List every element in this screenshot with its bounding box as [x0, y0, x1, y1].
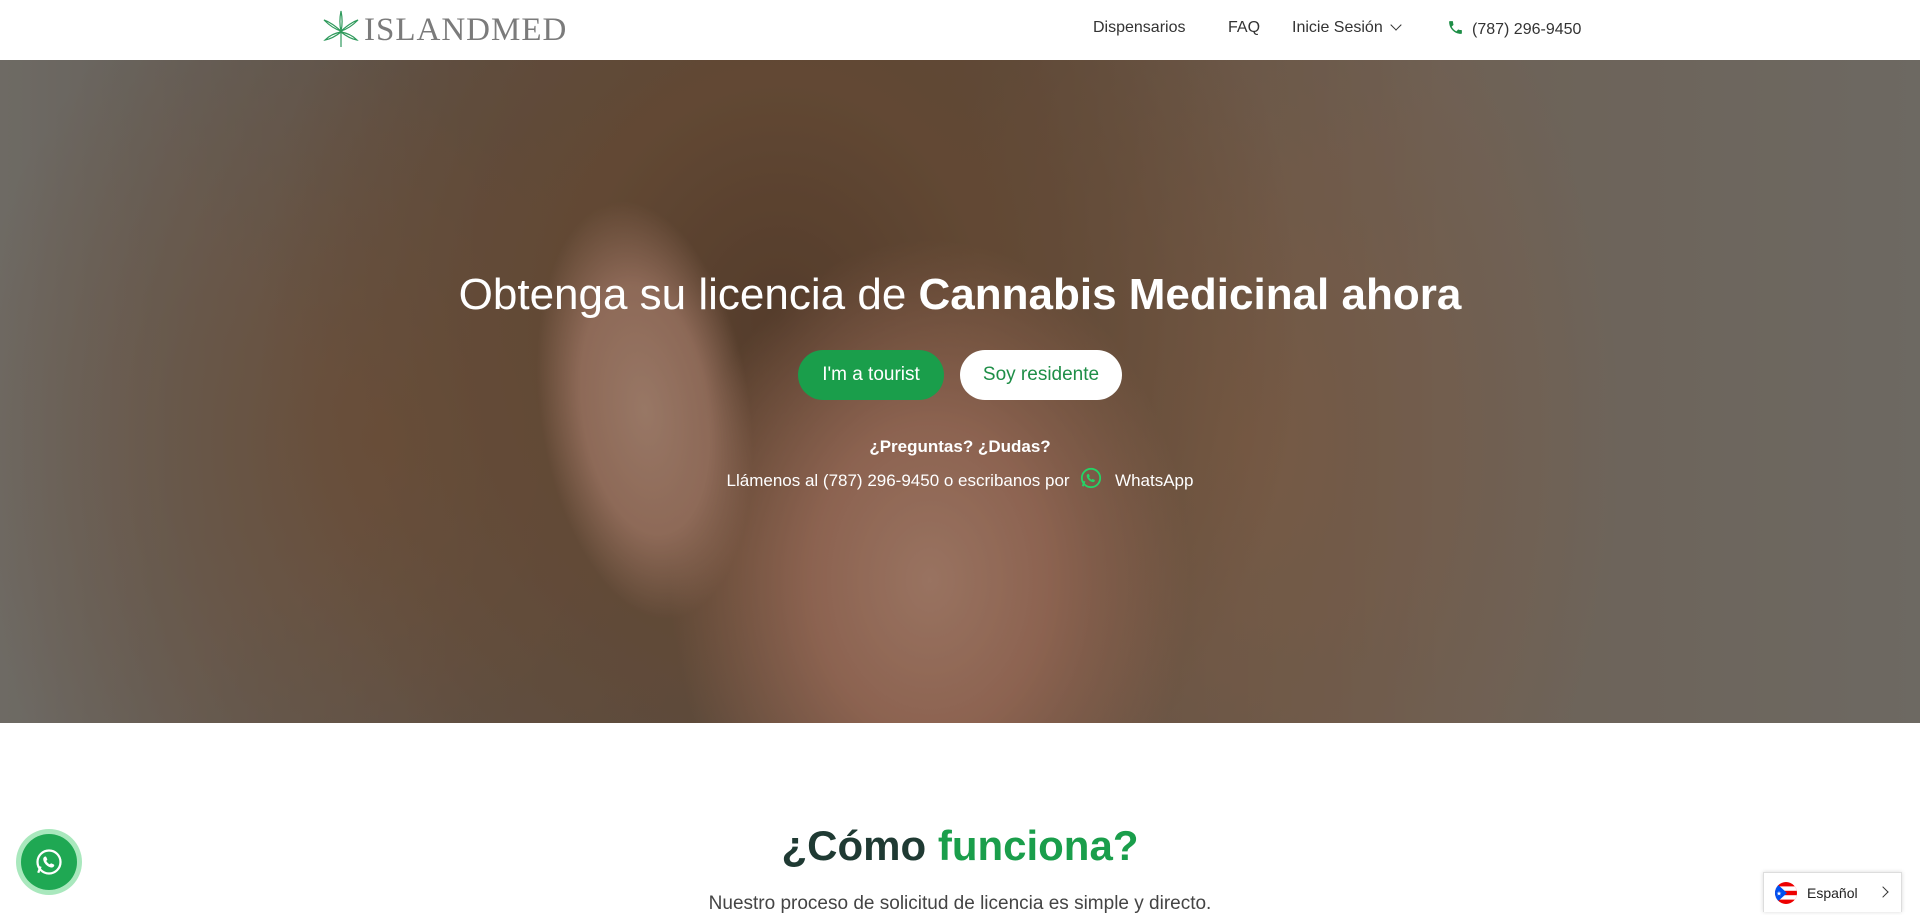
how-it-works-title-accent: funciona? [937, 822, 1139, 869]
nav-login-label: Inicie Sesión [1292, 19, 1383, 36]
hero-overlay [0, 60, 1920, 723]
nav-login[interactable]: Inicie Sesión [1292, 19, 1402, 37]
how-it-works-subtitle: Nuestro proceso de solicitud de licencia… [708, 893, 1212, 914]
questions-text: ¿Preguntas? ¿Dudas? [869, 437, 1051, 456]
whatsapp-float-inner [21, 834, 77, 890]
language-selector[interactable]: Español [1763, 872, 1902, 912]
resident-button[interactable]: Soy residente [960, 350, 1122, 400]
phone-icon [1449, 21, 1462, 34]
whatsapp-icon [1081, 467, 1102, 489]
whatsapp-float-button[interactable] [16, 829, 82, 895]
puerto-rico-flag-icon [1775, 881, 1797, 904]
nav-phone[interactable]: (787) 296-9450 [1447, 19, 1581, 39]
nav-dispensarios[interactable]: Dispensarios [1093, 19, 1185, 37]
hero-section: Obtenga su licencia de Cannabis Medicina… [0, 60, 1920, 723]
whatsapp-icon [36, 849, 62, 875]
whatsapp-link[interactable]: WhatsApp [1115, 471, 1193, 490]
language-label: Español [1807, 884, 1858, 901]
cannabis-leaf-icon [323, 10, 359, 47]
nav-phone-label: (787) 296-9450 [1472, 21, 1582, 38]
tourist-button[interactable]: I'm a tourist [798, 350, 944, 400]
hero-title: Obtenga su licencia de Cannabis Medicina… [0, 270, 1920, 320]
logo-text: ISLANDMED [364, 11, 568, 48]
hero-title-bold: Cannabis Medicinal ahora [918, 270, 1462, 319]
hero-title-regular: Obtenga su licencia de [458, 270, 919, 319]
chevron-down-icon [1390, 19, 1402, 31]
how-it-works-title: ¿Cómo funciona? [0, 822, 1920, 870]
contact-line: Llámenos al (787) 296-9450 o escribanos … [0, 467, 1920, 491]
site-header: ISLANDMED Dispensarios FAQ Inicie Sesión… [0, 0, 1920, 60]
chevron-right-icon [1877, 886, 1889, 898]
contact-text: Llámenos al (787) 296-9450 o escribanos … [726, 471, 1070, 490]
nav-faq[interactable]: FAQ [1228, 19, 1260, 37]
how-it-works-title-part1: ¿Cómo [781, 822, 938, 869]
logo[interactable]: ISLANDMED [320, 8, 567, 52]
